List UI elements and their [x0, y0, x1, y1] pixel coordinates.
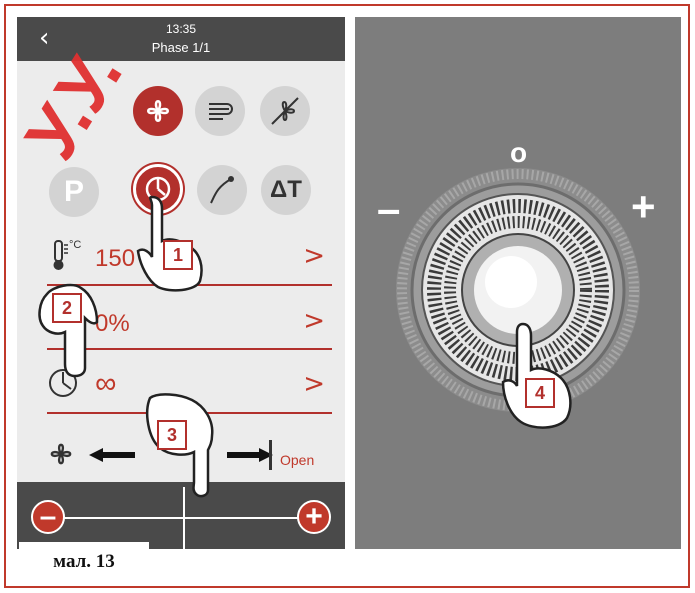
arrow-right-icon [227, 448, 273, 462]
program-label: P [63, 175, 84, 208]
knob-minus-label: – [377, 185, 401, 232]
time-chevron-icon: > [303, 369, 325, 399]
plus-button[interactable]: + [297, 500, 331, 534]
fan-icon[interactable] [133, 86, 183, 136]
arrow-left-icon [89, 448, 135, 462]
program-button[interactable]: P [49, 167, 99, 217]
step-badge-2: 2 [52, 293, 82, 323]
figure-caption: мал. 13 [19, 542, 149, 582]
zero-mark: o [510, 137, 528, 168]
step-badge-4: 4 [525, 378, 555, 408]
separator [269, 440, 272, 470]
humidity-chevron-icon: > [303, 306, 325, 336]
knob-panel [355, 17, 681, 549]
delta-t-label: ΔT [270, 176, 302, 203]
fan-off-icon[interactable] [260, 86, 310, 136]
minus-button[interactable]: – [31, 500, 65, 534]
delta-t-button[interactable]: ΔT [261, 165, 311, 215]
hand-pointer-icon [501, 322, 572, 429]
steam-icon[interactable] [195, 86, 245, 136]
temperature-chevron-icon: > [303, 241, 325, 271]
step-badge-3: 3 [157, 420, 187, 450]
step-badge-1: 1 [163, 240, 193, 270]
knob-plus-label: + [631, 183, 656, 230]
fan-small-icon [50, 443, 72, 465]
open-label: Open [280, 452, 315, 468]
unit-label: °C [69, 239, 82, 251]
clock-time: 13:35 [165, 22, 197, 36]
slider-track[interactable] [57, 517, 305, 519]
